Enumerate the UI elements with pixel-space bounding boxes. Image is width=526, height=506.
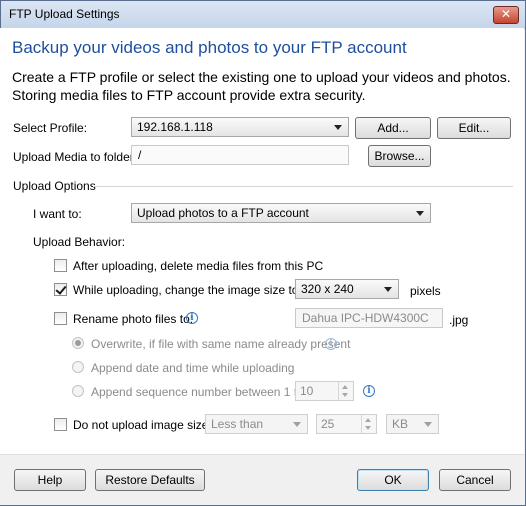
chevron-down-icon <box>334 125 342 130</box>
close-button[interactable]: ✕ <box>493 6 519 24</box>
size-comparator-select[interactable]: Less than <box>205 414 308 434</box>
size-value-stepper[interactable]: 25 <box>316 414 377 434</box>
overwrite-label: Overwrite, if file with same name alread… <box>91 337 351 351</box>
upload-options-label: Upload Options <box>13 179 96 193</box>
folder-label: Upload Media to folder: <box>13 150 138 164</box>
delete-after-upload-checkbox[interactable] <box>54 259 67 272</box>
image-size-value: 320 x 240 <box>301 282 354 296</box>
stepper-arrows[interactable] <box>338 382 353 400</box>
info-icon[interactable]: i <box>363 385 375 397</box>
sequence-number-stepper[interactable]: 10 <box>295 381 354 401</box>
no-upload-size-checkbox[interactable] <box>54 418 67 431</box>
profile-label: Select Profile: <box>13 121 88 135</box>
change-size-label: While uploading, change the image size t… <box>73 283 302 297</box>
chevron-down-icon <box>293 422 301 427</box>
add-profile-button[interactable]: Add... <box>355 117 431 139</box>
action-select[interactable]: Upload photos to a FTP account <box>131 203 431 223</box>
chevron-down-icon <box>384 287 392 292</box>
upload-behavior-label: Upload Behavior: <box>33 235 126 249</box>
size-unit-value: KB <box>392 417 409 431</box>
change-size-checkbox[interactable] <box>54 283 67 296</box>
window-title: FTP Upload Settings <box>9 7 120 21</box>
chevron-down-icon <box>424 422 432 427</box>
group-divider <box>93 186 513 187</box>
info-icon[interactable]: i <box>325 338 337 350</box>
rename-input[interactable]: Dahua IPC-HDW4300C <box>295 308 443 328</box>
restore-defaults-button[interactable]: Restore Defaults <box>95 469 205 491</box>
close-icon: ✕ <box>500 7 512 21</box>
append-sequence-radio[interactable] <box>72 385 84 397</box>
edit-profile-button[interactable]: Edit... <box>437 117 511 139</box>
append-date-radio[interactable] <box>72 361 84 373</box>
profile-select[interactable]: 192.168.1.118 <box>131 117 349 137</box>
image-size-select[interactable]: 320 x 240 <box>295 279 399 299</box>
want-label: I want to: <box>33 207 82 221</box>
overwrite-radio[interactable] <box>72 337 84 349</box>
stepper-arrows[interactable] <box>361 415 376 433</box>
chevron-down-icon <box>416 211 424 216</box>
size-comparator-value: Less than <box>211 417 264 431</box>
delete-after-upload-label: After uploading, delete media files from… <box>73 259 324 273</box>
browse-button[interactable]: Browse... <box>368 145 431 167</box>
profile-select-value: 192.168.1.118 <box>137 120 213 134</box>
size-unit-select[interactable]: KB <box>386 414 439 434</box>
page-title: Backup your videos and photos to your FT… <box>12 38 407 57</box>
size-value: 25 <box>321 417 335 431</box>
sequence-number-value: 10 <box>300 384 314 398</box>
append-sequence-label: Append sequence number between 1 to: <box>91 385 308 399</box>
pixels-unit-label: pixels <box>410 284 441 298</box>
help-button[interactable]: Help <box>14 469 86 491</box>
no-upload-size-label: Do not upload image size: <box>73 418 212 432</box>
action-select-value: Upload photos to a FTP account <box>137 206 309 220</box>
folder-input[interactable]: / <box>131 145 349 165</box>
append-date-label: Append date and time while uploading <box>91 361 295 375</box>
info-icon[interactable]: i <box>186 312 198 324</box>
jpg-extension-label: .jpg <box>449 313 469 327</box>
rename-label: Rename photo files to: <box>73 312 194 326</box>
title-bar: FTP Upload Settings ✕ <box>1 1 525 29</box>
intro-text: Create a FTP profile or select the exist… <box>12 69 511 103</box>
cancel-button[interactable]: Cancel <box>439 469 511 491</box>
ok-button[interactable]: OK <box>357 469 429 491</box>
rename-checkbox[interactable] <box>54 312 67 325</box>
